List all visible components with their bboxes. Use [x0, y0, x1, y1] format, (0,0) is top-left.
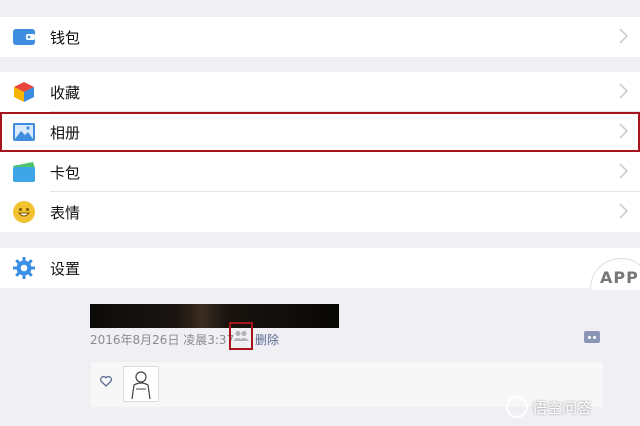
- menu-item-cards[interactable]: 卡包: [0, 152, 640, 192]
- logo-text-app: APP: [600, 268, 639, 287]
- chevron-right-icon: [619, 123, 628, 139]
- post-timestamp: 2016年8月26日 凌晨3:37: [90, 333, 235, 347]
- card-icon: [12, 160, 36, 184]
- menu-item-album[interactable]: 相册: [0, 112, 640, 152]
- heart-icon: [100, 376, 112, 387]
- menu-item-stickers[interactable]: 表情: [0, 192, 640, 232]
- menu-item-label: 设置: [50, 259, 81, 278]
- wallet-icon: [12, 25, 36, 49]
- menu-group-main: 收藏 相册 卡包 表情: [0, 72, 640, 232]
- menu-item-label: 卡包: [50, 163, 81, 182]
- chevron-right-icon: [619, 203, 628, 219]
- cube-icon: [12, 80, 36, 104]
- smiley-icon: [12, 200, 36, 224]
- post-photo[interactable]: [90, 304, 339, 328]
- delete-link[interactable]: 删除: [255, 331, 279, 348]
- wukong-icon: [506, 396, 528, 418]
- comment-more-icon[interactable]: [584, 331, 600, 343]
- menu-item-wallet[interactable]: 钱包: [0, 17, 640, 57]
- menu-item-label: 表情: [50, 203, 81, 222]
- menu-item-label: 相册: [50, 123, 81, 142]
- chevron-right-icon: [619, 163, 628, 179]
- menu-item-label: 钱包: [50, 28, 81, 47]
- watermark: 悟空问答: [506, 396, 592, 418]
- picture-icon: [12, 120, 36, 144]
- gear-icon: [12, 256, 36, 280]
- avatar[interactable]: [123, 366, 159, 402]
- menu-group-wallet: 钱包: [0, 17, 640, 57]
- menu-group-settings: 设置: [0, 248, 640, 288]
- group-icon[interactable]: [229, 322, 253, 350]
- menu-item-favorites[interactable]: 收藏: [0, 72, 640, 112]
- menu-item-label: 收藏: [50, 83, 81, 102]
- menu-item-settings[interactable]: 设置: [0, 248, 640, 288]
- watermark-text: 悟空问答: [532, 398, 593, 417]
- chevron-right-icon: [619, 28, 628, 44]
- chevron-right-icon: [619, 83, 628, 99]
